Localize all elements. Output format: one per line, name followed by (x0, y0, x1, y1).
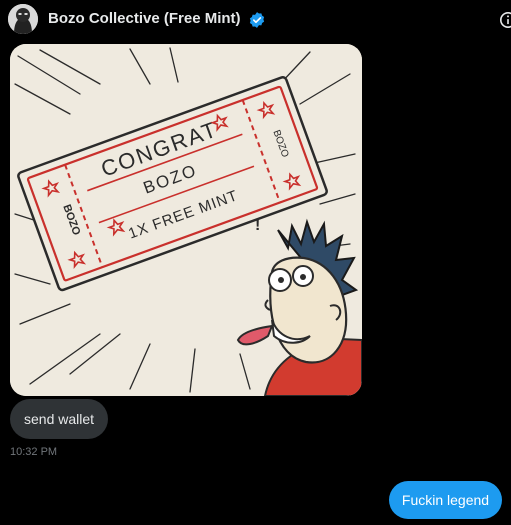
avatar[interactable] (8, 4, 38, 34)
message-timestamp: 10:32 PM (10, 446, 58, 458)
verified-badge-icon (249, 12, 265, 28)
message-image[interactable]: CONGRAT BOZO 1X FREE MINT BOZO BOZO ! (10, 44, 362, 396)
incoming-message-bubble[interactable]: send wallet (10, 399, 109, 439)
masked-figure-avatar (8, 4, 38, 34)
free-mint-ticket-illustration: CONGRAT BOZO 1X FREE MINT BOZO BOZO ! (10, 44, 362, 396)
info-icon[interactable] (499, 11, 511, 29)
speech-mark: ! (255, 217, 260, 234)
conversation-header: Bozo Collective (Free Mint) (0, 0, 511, 42)
conversation-title: Bozo Collective (Free Mint) (48, 10, 241, 27)
outgoing-message-bubble[interactable]: Fuckin legend (389, 481, 502, 519)
